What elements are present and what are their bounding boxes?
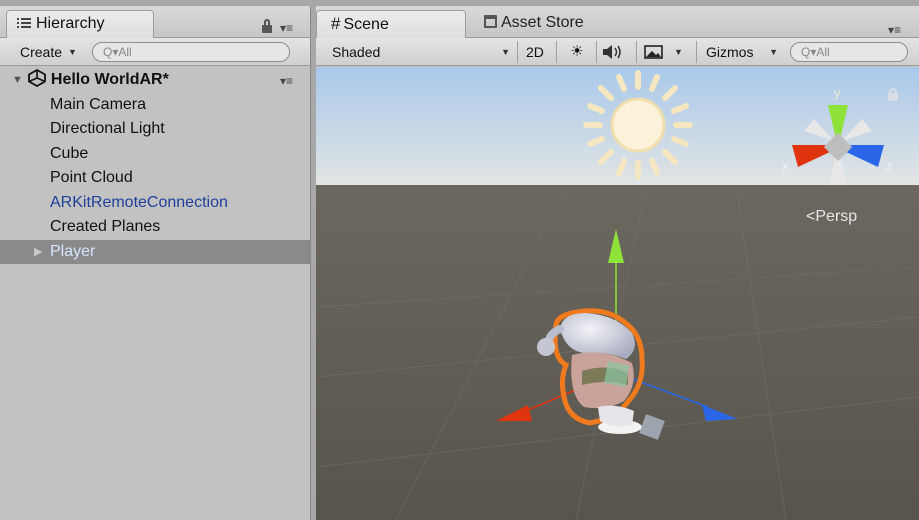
scene-grid-icon: #	[331, 14, 341, 33]
axis-label-y: y	[834, 85, 841, 100]
panel-menu-icon[interactable]: ▾≡	[280, 22, 293, 34]
hierarchy-item-label: Point Cloud	[50, 169, 133, 186]
lighting-toggle[interactable]: ☀	[564, 41, 590, 63]
asset-store-icon	[484, 15, 497, 28]
create-button-label: Create	[20, 44, 63, 60]
chevron-down-icon: ▼	[68, 47, 77, 57]
hierarchy-item-player[interactable]: ▶ Player	[0, 239, 310, 264]
chevron-down-icon: ▼	[769, 47, 778, 57]
scene-root-row[interactable]: ▼ Hello WorldAR* ▾≡	[0, 68, 310, 93]
hierarchy-toolbar: Create ▼ Q▾All	[0, 38, 310, 66]
list-icon	[17, 17, 31, 29]
projection-toggle[interactable]: <Persp	[806, 208, 857, 226]
toolbar-divider	[556, 41, 557, 63]
toolbar-divider	[636, 41, 637, 63]
directional-light-gizmo[interactable]	[583, 70, 693, 180]
hierarchy-item-created-planes[interactable]: Created Planes	[0, 215, 310, 240]
gizmos-dropdown[interactable]: Gizmos ▼	[706, 41, 778, 63]
audio-toggle[interactable]	[601, 41, 629, 63]
scene-panel: # Scene Asset Store ▾≡ Shaded ▼ 2D ☀ ▼ G…	[316, 6, 919, 520]
create-button[interactable]: Create ▼	[10, 42, 84, 62]
tab-scene[interactable]: # Scene	[316, 10, 466, 38]
hierarchy-item-label: Created Planes	[50, 218, 161, 235]
expand-triangle-icon[interactable]: ▼	[12, 68, 23, 92]
tab-hierarchy-label: Hierarchy	[36, 15, 105, 32]
mode-2d-toggle[interactable]: 2D	[526, 41, 550, 63]
scene-menu-icon[interactable]: ▾≡	[280, 75, 293, 87]
tab-asset-store[interactable]: Asset Store	[482, 10, 632, 38]
lock-icon[interactable]	[262, 19, 272, 33]
image-effects-icon	[644, 45, 663, 59]
hierarchy-item-directional-light[interactable]: Directional Light	[0, 117, 310, 142]
hierarchy-item-label: Cube	[50, 144, 89, 162]
unity-editor: Hierarchy ▾≡ Create ▼ Q▾All ▼ Hello World…	[0, 0, 919, 520]
tab-hierarchy[interactable]: Hierarchy	[6, 10, 154, 38]
toolbar-divider	[596, 41, 597, 63]
hierarchy-item-label: ARKitRemoteConnection	[50, 193, 228, 211]
scene-tabbar: # Scene Asset Store ▾≡	[316, 6, 919, 38]
panel-menu-icon[interactable]: ▾≡	[888, 24, 901, 36]
sun-icon: ☀	[570, 43, 584, 60]
hierarchy-item-cube[interactable]: Cube	[0, 142, 310, 167]
search-placeholder: Q▾All	[801, 45, 830, 59]
scene-name: Hello WorldAR*	[50, 71, 169, 88]
hierarchy-item-main-camera[interactable]: Main Camera	[0, 93, 310, 118]
shading-mode-dropdown[interactable]: Shaded ▼	[332, 41, 510, 63]
axis-label-x: x	[782, 158, 789, 173]
hierarchy-search-input[interactable]: Q▾All	[92, 42, 290, 62]
scene-search-input[interactable]: Q▾All	[790, 42, 908, 62]
hierarchy-tree: ▼ Hello WorldAR* ▾≡ Main Camera Directio…	[0, 68, 310, 264]
tab-asset-store-label: Asset Store	[501, 14, 584, 31]
hierarchy-item-label: Player	[50, 242, 96, 260]
scene-toolbar: Shaded ▼ 2D ☀ ▼ Gizmos ▼ Q▾All	[316, 38, 919, 66]
effects-dropdown[interactable]: ▼	[644, 41, 686, 63]
scene-render: y x z	[316, 67, 919, 520]
gizmos-label: Gizmos	[706, 44, 754, 60]
toolbar-divider	[696, 41, 697, 63]
toolbar-divider	[517, 41, 518, 63]
search-placeholder: Q▾All	[103, 45, 132, 59]
tab-scene-label: Scene	[343, 16, 389, 33]
chevron-left-icon: <	[806, 208, 816, 225]
hierarchy-item-label: Main Camera	[50, 95, 147, 113]
expand-triangle-icon[interactable]: ▶	[34, 240, 42, 264]
hierarchy-item-label: Directional Light	[50, 120, 165, 137]
axis-label-z: z	[886, 158, 893, 173]
hierarchy-item-arkit-remote-connection[interactable]: ARKitRemoteConnection	[0, 191, 310, 216]
chevron-down-icon: ▼	[501, 47, 510, 57]
chevron-down-icon: ▼	[674, 47, 683, 57]
hierarchy-item-point-cloud[interactable]: Point Cloud	[0, 166, 310, 191]
mode-2d-label: 2D	[526, 44, 544, 60]
shading-mode-label: Shaded	[332, 44, 381, 60]
speaker-icon	[603, 45, 621, 59]
hierarchy-panel: Hierarchy ▾≡ Create ▼ Q▾All ▼ Hello World…	[0, 6, 311, 520]
unity-logo-icon	[27, 69, 46, 87]
projection-label: Persp	[815, 208, 858, 225]
hierarchy-tabbar: Hierarchy ▾≡	[0, 6, 310, 38]
scene-viewport[interactable]: y x z <Persp	[316, 67, 919, 520]
